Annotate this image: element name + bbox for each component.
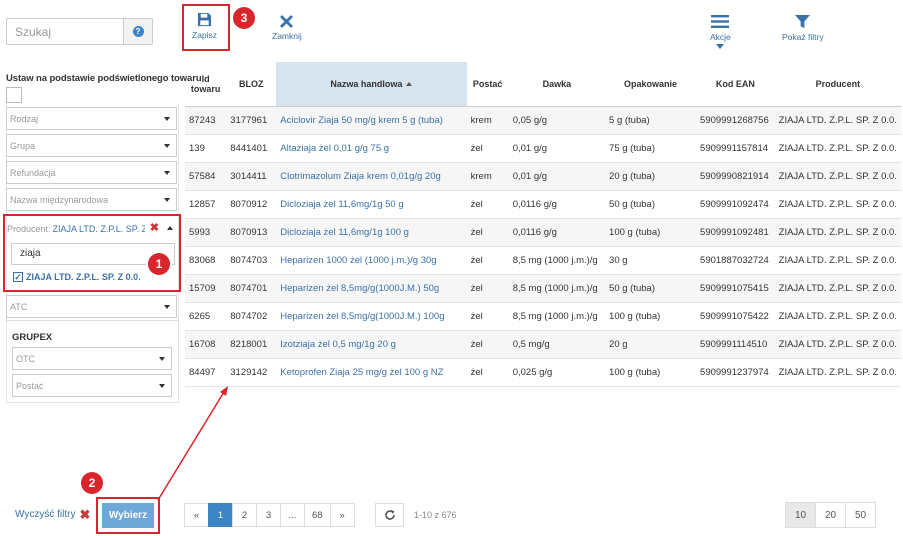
page-last[interactable]: 68 [304, 503, 331, 527]
marker-2: 2 [81, 472, 103, 494]
refresh-button[interactable] [375, 503, 404, 527]
page-size-20[interactable]: 20 [815, 502, 846, 528]
page-1[interactable]: 1 [208, 503, 233, 527]
pagination: « 1 2 3 ... 68 » [184, 503, 355, 527]
page-prev[interactable]: « [184, 503, 209, 527]
page-3[interactable]: 3 [256, 503, 281, 527]
annotation-arrow [157, 386, 228, 501]
page-next[interactable]: » [329, 503, 355, 527]
clear-filters-link[interactable]: Wyczyść filtry ✖ [15, 506, 91, 522]
refresh-icon [384, 510, 395, 520]
page-2[interactable]: 2 [232, 503, 257, 527]
select-button[interactable]: Wybierz [102, 503, 154, 528]
page-size-50[interactable]: 50 [845, 502, 876, 528]
page-size-10[interactable]: 10 [785, 502, 816, 528]
select-highlight: Wybierz [96, 497, 160, 534]
clear-filters-icon: ✖ [79, 506, 91, 522]
page-size-group: 10 20 50 [785, 502, 876, 528]
clear-filters-label: Wyczyść filtry [15, 509, 76, 520]
record-count: 1-10 z 676 [414, 510, 457, 520]
page-ellipsis: ... [280, 503, 305, 527]
